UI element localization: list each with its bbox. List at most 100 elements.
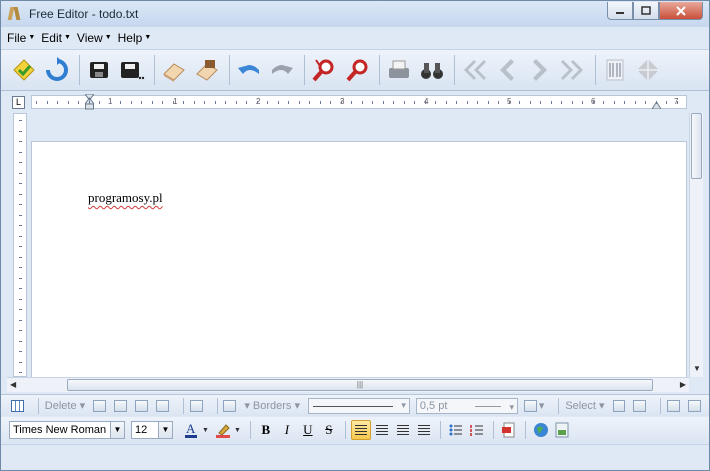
toolbar-separator <box>229 55 230 85</box>
scroll-right-icon[interactable]: ▶ <box>680 380 686 389</box>
ruler-tick <box>351 101 352 104</box>
binoculars-button[interactable] <box>417 54 447 86</box>
toolbar-separator <box>344 421 346 439</box>
pdf-export-button[interactable] <box>499 420 519 440</box>
ruler-tick <box>19 130 22 132</box>
insert-column-right-icon[interactable] <box>155 399 169 412</box>
reload-button[interactable] <box>42 54 72 86</box>
ruler-tick <box>466 101 468 104</box>
table-grid-icon[interactable] <box>612 399 626 412</box>
barcode-button[interactable] <box>600 54 630 86</box>
ruler-tick <box>19 361 22 363</box>
ruler-tick <box>19 162 22 163</box>
horizontal-ruler[interactable]: 1 1 2 3 4 5 6 7 <box>31 94 687 110</box>
pen-color-dropdown[interactable]: ▾ <box>539 399 545 412</box>
insert-table-icon[interactable] <box>11 399 24 412</box>
align-right-button[interactable] <box>393 420 413 440</box>
fill-color-icon[interactable] <box>223 399 237 412</box>
bold-button[interactable]: B <box>256 420 276 440</box>
save-icon <box>90 62 108 78</box>
insert-row-above-icon[interactable] <box>93 399 107 412</box>
menu-file[interactable]: File ▼ <box>7 31 35 45</box>
borders-dropdown[interactable]: ▾ Borders ▾ <box>244 399 300 412</box>
indent-marker-icon[interactable] <box>85 94 94 110</box>
bullet-list-button[interactable] <box>446 420 466 440</box>
document-area[interactable]: programosy.pl <box>7 113 689 377</box>
toolbar-separator <box>660 397 662 414</box>
previous-button[interactable] <box>492 54 522 86</box>
maximize-button[interactable] <box>633 2 659 20</box>
insert-row-below-icon[interactable] <box>114 399 127 412</box>
underline-button[interactable]: U <box>298 420 318 440</box>
table-properties-icon[interactable] <box>633 399 647 412</box>
redo-button[interactable] <box>267 54 297 86</box>
image-button[interactable] <box>552 420 572 440</box>
save-button[interactable] <box>84 54 114 86</box>
font-color-icon: A <box>185 422 197 438</box>
ruler-tick <box>424 101 426 104</box>
find-button[interactable] <box>309 54 339 86</box>
toolbar-separator <box>249 421 251 439</box>
menu-edit[interactable]: Edit ▼ <box>41 31 71 45</box>
font-size-select[interactable]: 12 ▼ <box>131 421 173 439</box>
insert-column-left-icon[interactable] <box>134 399 148 412</box>
ruler-tick <box>19 340 22 342</box>
numbered-list-button[interactable] <box>467 420 487 440</box>
ruler-tick <box>634 101 636 104</box>
font-color-button[interactable]: A <box>181 420 201 440</box>
diamond-button[interactable] <box>633 54 663 86</box>
horizontal-scrollbar[interactable]: ◀ ||| ▶ <box>7 377 689 392</box>
merge-cells-icon[interactable] <box>667 399 681 412</box>
minimize-button[interactable] <box>607 2 633 20</box>
horizontal-scroll-thumb[interactable]: ||| <box>67 379 653 391</box>
italic-button[interactable]: I <box>277 420 297 440</box>
ruler-tick <box>550 101 552 104</box>
scroll-down-icon[interactable]: ▼ <box>693 364 701 373</box>
menu-help[interactable]: Help ▼ <box>118 31 152 45</box>
align-center-button[interactable] <box>372 420 392 440</box>
paste-button[interactable] <box>192 54 222 86</box>
undo-button[interactable] <box>234 54 264 86</box>
line-style-select[interactable] <box>308 397 410 414</box>
menu-view[interactable]: View ▼ <box>77 31 112 45</box>
font-family-select[interactable]: Times New Roman ▼ <box>9 421 125 439</box>
chevron-down-icon[interactable]: ▼ <box>234 427 241 434</box>
split-cells-icon[interactable] <box>189 399 203 412</box>
first-button[interactable] <box>459 54 489 86</box>
scroll-left-icon[interactable]: ◀ <box>10 380 16 389</box>
ruler-tick <box>456 101 457 104</box>
ruler-tick <box>19 204 22 205</box>
chevron-down-icon[interactable]: ▼ <box>202 427 209 434</box>
pen-color-icon[interactable] <box>524 399 537 412</box>
right-indent-marker-icon[interactable] <box>652 100 661 109</box>
vertical-scroll-thumb[interactable] <box>691 113 702 179</box>
close-button[interactable] <box>659 2 703 20</box>
print-button[interactable] <box>384 54 414 86</box>
vertical-scrollbar[interactable]: ▼ <box>689 113 703 377</box>
web-button[interactable] <box>531 420 551 440</box>
line-width-select[interactable]: 0,5 pt ▾ <box>415 397 519 414</box>
ruler-tick <box>582 101 583 104</box>
strikethrough-button[interactable]: S <box>319 420 339 440</box>
justify-button[interactable] <box>414 420 434 440</box>
replace-button[interactable] <box>342 54 372 86</box>
ruler-tick <box>109 101 111 104</box>
delete-dropdown[interactable]: Delete ▾ <box>45 399 85 412</box>
last-button[interactable] <box>558 54 588 86</box>
last-icon <box>561 60 583 80</box>
title-bar: Free Editor - todo.txt <box>1 1 709 27</box>
document-page[interactable]: programosy.pl <box>31 141 687 377</box>
new-document-button[interactable] <box>9 54 39 86</box>
ruler-tick <box>193 101 195 104</box>
ruler-tick <box>19 120 22 121</box>
next-button[interactable] <box>525 54 555 86</box>
distribute-rows-icon[interactable] <box>688 399 701 412</box>
highlight-button[interactable] <box>213 420 233 440</box>
document-text[interactable]: programosy.pl <box>88 190 163 206</box>
save-as-button[interactable] <box>117 54 147 86</box>
image-icon <box>555 422 569 438</box>
eraser-button[interactable] <box>159 54 189 86</box>
select-dropdown[interactable]: Select ▾ <box>565 399 604 412</box>
align-left-button[interactable] <box>350 420 371 440</box>
tab-stop-selector[interactable]: L <box>12 96 25 109</box>
